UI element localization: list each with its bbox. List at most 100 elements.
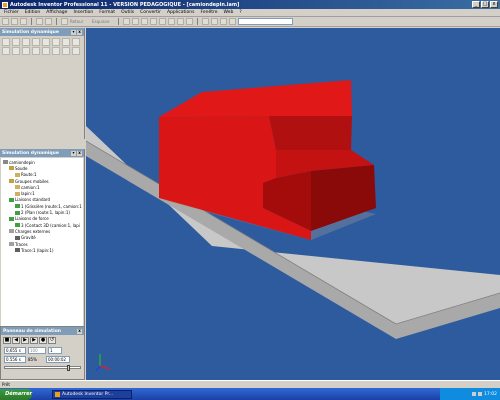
menu-insertion[interactable]: Insertion — [73, 10, 93, 15]
update-icon[interactable] — [123, 18, 130, 25]
tree-item-label: Route:1 — [21, 172, 37, 178]
camera-icon[interactable] — [220, 18, 227, 25]
loop-icon[interactable]: ↺ — [48, 337, 56, 344]
zoom-all-icon[interactable] — [132, 18, 139, 25]
menu-fichier[interactable]: Fichier — [4, 10, 19, 15]
tree-node-icon — [15, 185, 20, 190]
sketch-button[interactable]: Esquisse — [92, 19, 114, 24]
tree-node-icon — [9, 242, 14, 246]
tool-icon[interactable] — [42, 47, 50, 55]
browser-panel: Simulation dynamique ▾ x camiondepin Soud… — [0, 149, 85, 326]
tool-icon[interactable] — [2, 47, 10, 55]
tool-icon[interactable] — [22, 47, 30, 55]
tree-item-label: camion:1 — [21, 184, 40, 190]
menu-help[interactable]: ? — [239, 10, 241, 15]
filter-field[interactable]: 1 — [48, 347, 62, 354]
pan-icon[interactable] — [159, 18, 166, 25]
new-icon[interactable] — [2, 18, 9, 25]
tool-icon[interactable] — [72, 47, 80, 55]
images-field[interactable]: 100 — [28, 347, 46, 354]
truck-cabin-side[interactable] — [269, 116, 352, 150]
current-time-field: 0.556 s — [4, 356, 26, 363]
network-icon[interactable] — [472, 392, 477, 396]
end-time-field[interactable]: 0,655 s — [4, 347, 26, 354]
truck-roof[interactable] — [159, 80, 352, 117]
title-bar: Autodesk Inventor Professional 11 - VERS… — [0, 0, 500, 9]
close-icon[interactable]: x — [77, 29, 82, 35]
volume-icon[interactable] — [478, 392, 483, 396]
simulation-controls: ■ ◀ ▶ ▶ ● ↺ — [1, 335, 84, 346]
close-icon[interactable]: x — [77, 328, 82, 334]
look-at-icon[interactable] — [186, 18, 193, 25]
simulation-panel-header[interactable]: Panneau de simulation x — [1, 327, 84, 335]
zoom-window-icon[interactable] — [141, 18, 148, 25]
slider-thumb[interactable] — [66, 365, 70, 371]
tree-item-label: Traces — [15, 241, 28, 247]
shaded-display-icon[interactable] — [202, 18, 209, 25]
menu-web[interactable]: Web — [224, 10, 234, 15]
tree-node-icon — [15, 223, 20, 228]
retour-button[interactable]: Retour — [70, 19, 90, 24]
graphics-viewport[interactable] — [86, 28, 500, 380]
status-bar: Prêt — [0, 380, 500, 388]
minimize-button[interactable]: _ — [472, 1, 480, 8]
taskbar-item-label: Autodesk Inventor Pr... — [62, 391, 114, 397]
redo-icon[interactable] — [45, 18, 52, 25]
menu-outils[interactable]: Outils — [121, 10, 134, 15]
select-icon[interactable] — [61, 18, 68, 25]
maximize-button[interactable]: □ — [481, 1, 489, 8]
browser-panel-header[interactable]: Simulation dynamique ▾ x — [0, 149, 84, 157]
system-tray: 17:02 — [440, 388, 500, 400]
menu-fenetre[interactable]: Fenêtre — [200, 10, 217, 15]
color-icon[interactable] — [229, 18, 236, 25]
zoom-select-icon[interactable] — [168, 18, 175, 25]
tree-item[interactable]: Trace:1 (lapin:1) — [3, 247, 83, 253]
tool-icon[interactable] — [52, 38, 60, 46]
simulation-progress-slider[interactable] — [4, 365, 81, 371]
standard-toolbar: Retour Esquisse — [0, 17, 500, 27]
tool-icon[interactable] — [72, 38, 80, 46]
start-button[interactable]: Démarrer — [0, 388, 32, 400]
menu-convertir[interactable]: Convertir — [140, 10, 161, 15]
orbit-icon[interactable] — [177, 18, 184, 25]
close-icon[interactable]: x — [77, 150, 82, 156]
tool-icon[interactable] — [22, 38, 30, 46]
save-icon[interactable] — [20, 18, 27, 25]
tree-node-icon — [15, 172, 20, 177]
zoom-icon[interactable] — [150, 18, 157, 25]
taskbar-item-inventor[interactable]: Autodesk Inventor Pr... — [52, 389, 132, 399]
record-icon[interactable]: ● — [39, 337, 47, 344]
tree-item-label: 1 (Glissière (route:1, camion:1 — [21, 203, 82, 209]
tool-icon[interactable] — [32, 47, 40, 55]
rewind-icon[interactable]: ◀ — [12, 337, 20, 344]
tool-icon[interactable] — [52, 47, 60, 55]
tool-icon[interactable] — [62, 47, 70, 55]
close-button[interactable]: x — [490, 1, 498, 8]
chevron-down-icon[interactable]: ▾ — [71, 29, 76, 35]
play-icon[interactable]: ▶ — [21, 337, 29, 344]
status-text: Prêt — [2, 382, 10, 387]
simulation-panel: Panneau de simulation x ■ ◀ ▶ ▶ ● ↺ 0,65… — [0, 326, 85, 380]
shadow-icon[interactable] — [211, 18, 218, 25]
tool-panel-header[interactable]: Simulation dynamique ▾ x — [0, 28, 84, 36]
fast-forward-icon[interactable]: ▶ — [30, 337, 38, 344]
menu-affichage[interactable]: Affichage — [46, 10, 67, 15]
tool-icon[interactable] — [62, 38, 70, 46]
tool-icon[interactable] — [2, 38, 10, 46]
menu-format[interactable]: Format — [99, 10, 115, 15]
menu-edition[interactable]: Edition — [25, 10, 41, 15]
tool-icon[interactable] — [32, 38, 40, 46]
color-style-combo[interactable] — [238, 18, 293, 25]
stop-icon[interactable]: ■ — [3, 337, 11, 344]
simulation-panel-title: Panneau de simulation — [3, 328, 62, 334]
scene-svg — [86, 80, 500, 372]
menu-applications[interactable]: Applications — [167, 10, 195, 15]
tool-icon[interactable] — [12, 47, 20, 55]
undo-icon[interactable] — [36, 18, 43, 25]
menu-bar: Fichier Edition Affichage Insertion Form… — [0, 9, 500, 17]
open-icon[interactable] — [11, 18, 18, 25]
chevron-down-icon[interactable]: ▾ — [71, 150, 76, 156]
tree-item-label: Charges externes — [15, 228, 51, 234]
tool-icon[interactable] — [42, 38, 50, 46]
tool-icon[interactable] — [12, 38, 20, 46]
